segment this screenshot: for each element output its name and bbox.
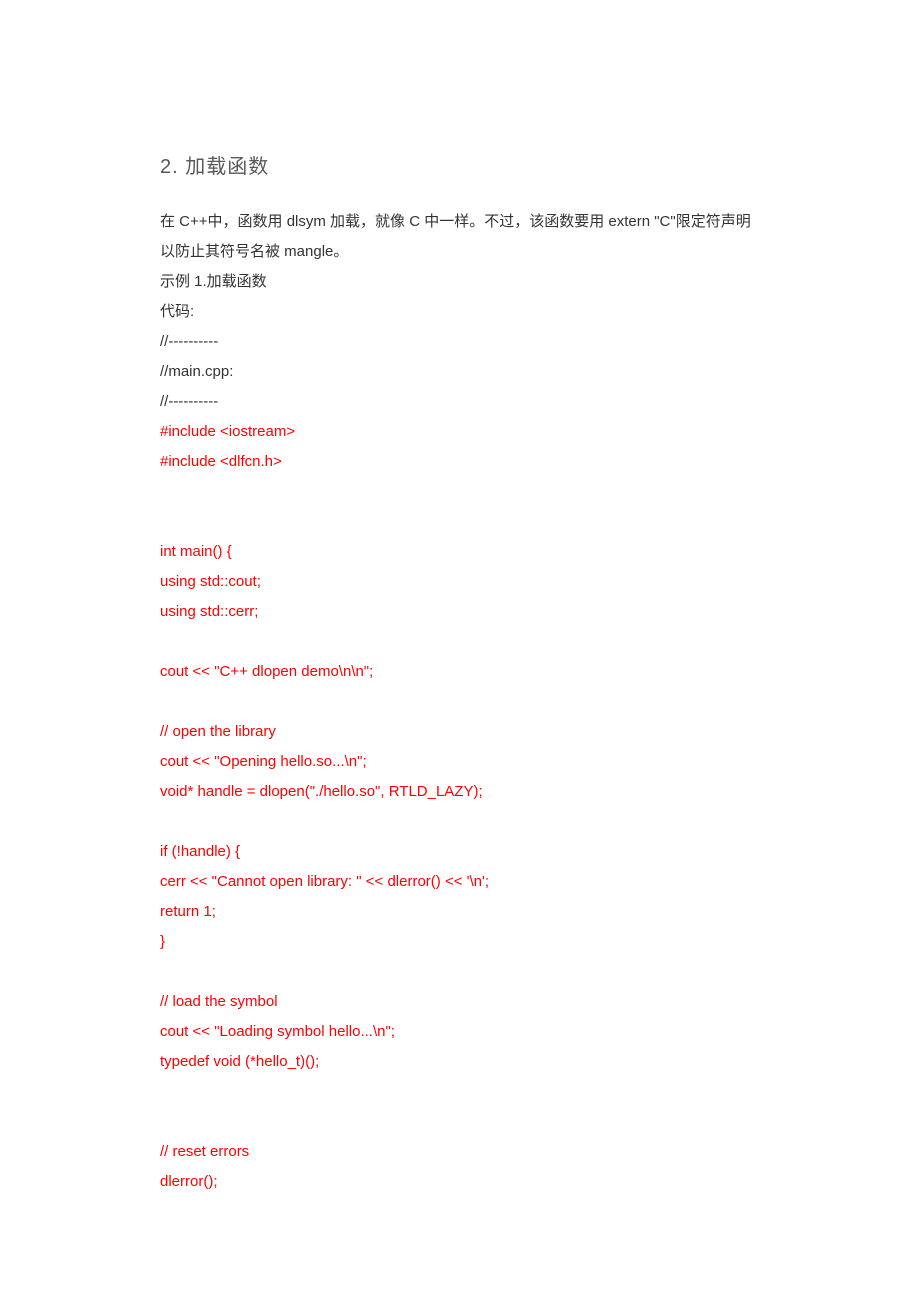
code-include-iostream: #include <iostream> [160,417,760,447]
code-comment-open-lib: // open the library [160,717,760,747]
document-page: 2. 加载函数 在 C++中，函数用 dlsym 加载，就像 C 中一样。不过，… [0,0,920,1257]
comment-sep-1: //---------- [160,327,760,357]
intro-paragraph-1: 在 C++中，函数用 dlsym 加载，就像 C 中一样。不过，该函数要用 ex… [160,207,760,267]
blank-line [160,687,760,717]
code-dlopen: void* handle = dlopen("./hello.so", RTLD… [160,777,760,807]
code-if-not-handle: if (!handle) { [160,837,760,867]
code-return-1: return 1; [160,897,760,927]
blank-line [160,1077,760,1107]
blank-line [160,957,760,987]
blank-line [160,627,760,657]
code-typedef: typedef void (*hello_t)(); [160,1047,760,1077]
code-dlerror: dlerror(); [160,1167,760,1197]
blank-line [160,507,760,537]
blank-line [160,807,760,837]
code-comment-reset: // reset errors [160,1137,760,1167]
code-cout-demo: cout << "C++ dlopen demo\n\n"; [160,657,760,687]
code-cout-loading: cout << "Loading symbol hello...\n"; [160,1017,760,1047]
section-heading: 2. 加载函数 [160,150,760,179]
code-cerr-cannot-open: cerr << "Cannot open library: " << dlerr… [160,867,760,897]
code-main-open: int main() { [160,537,760,567]
code-using-cout: using std::cout; [160,567,760,597]
blank-line [160,1107,760,1137]
code-using-cerr: using std::cerr; [160,597,760,627]
blank-line [160,477,760,507]
code-comment-load-symbol: // load the symbol [160,987,760,1017]
code-close-brace: } [160,927,760,957]
comment-sep-2: //---------- [160,387,760,417]
code-include-dlfcn: #include <dlfcn.h> [160,447,760,477]
intro-example-label: 示例 1.加载函数 [160,267,760,297]
intro-code-label: 代码: [160,297,760,327]
comment-filename: //main.cpp: [160,357,760,387]
code-cout-opening: cout << "Opening hello.so...\n"; [160,747,760,777]
